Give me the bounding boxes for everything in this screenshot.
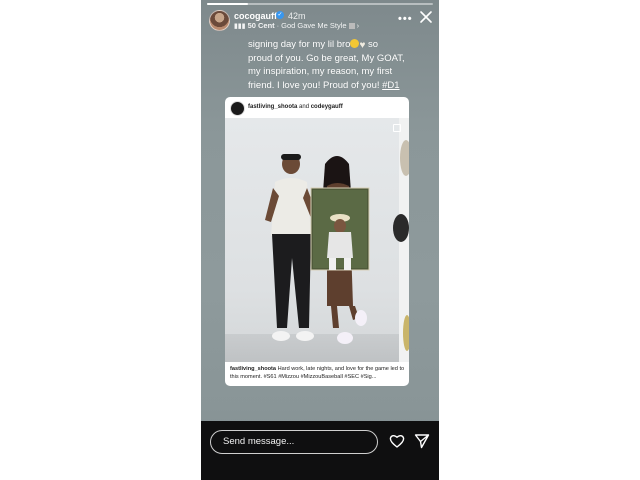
close-icon[interactable] <box>419 10 433 24</box>
heart-icon[interactable] <box>389 433 405 449</box>
music-artist: 50 Cent <box>247 21 275 30</box>
music-separator: · <box>276 21 280 30</box>
caption-line-3: my inspiration, my reason, my first <box>248 66 393 77</box>
story-username[interactable]: cocogauff <box>234 11 277 21</box>
story-time: 42m <box>288 11 306 21</box>
caption-line-2: proud of you. Go be great, My GOAT, <box>248 52 405 64</box>
post-coauthor: codeygauff <box>310 104 343 110</box>
story-reply-bar: Send message... <box>201 421 439 480</box>
music-bars-icon: ▮▮▮ <box>234 23 246 30</box>
music-attribution[interactable]: ▮▮▮ 50 Cent · God Gave Me Style › <box>234 21 359 30</box>
album-art-icon <box>348 23 355 30</box>
post-header: fastliving_shoota and codeygauff <box>225 97 409 118</box>
caption-line-1: signing day for my lil bro <box>248 39 351 50</box>
post-caption: fastliving_shoota Hard work, late nights… <box>230 366 406 381</box>
photo-people-illustration <box>265 140 409 351</box>
post-authors[interactable]: fastliving_shoota and codeygauff <box>248 104 343 110</box>
post-author-avatar[interactable] <box>230 101 245 116</box>
story-caption: signing day for my lil bro ♥ so proud of … <box>248 38 418 92</box>
user-avatar[interactable] <box>209 10 230 31</box>
more-icon[interactable]: ••• <box>398 13 413 25</box>
verified-icon: ✓ <box>276 11 284 19</box>
music-song: God Gave Me Style <box>281 21 347 30</box>
post-photo[interactable] <box>225 118 409 362</box>
send-message-input[interactable]: Send message... <box>210 430 378 454</box>
caption-line-1-tail: so <box>365 39 379 50</box>
post-caption-author[interactable]: fastliving_shoota <box>230 366 276 372</box>
caption-line-4: friend. I love you! Proud of you! <box>248 79 380 91</box>
shared-post-card[interactable]: fastliving_shoota and codeygauff fastliv… <box>225 97 409 386</box>
chevron-right-icon: › <box>356 21 360 30</box>
post-and: and <box>299 104 310 110</box>
story-progress-bar <box>207 3 433 5</box>
caption-hashtag[interactable]: #D1 <box>382 80 399 91</box>
story-progress-fill <box>207 3 248 5</box>
post-author: fastliving_shoota <box>248 104 298 110</box>
story-viewer: cocogauff ✓ 42m ▮▮▮ 50 Cent · God Gave Me S… <box>201 0 439 480</box>
send-icon[interactable] <box>414 433 430 449</box>
